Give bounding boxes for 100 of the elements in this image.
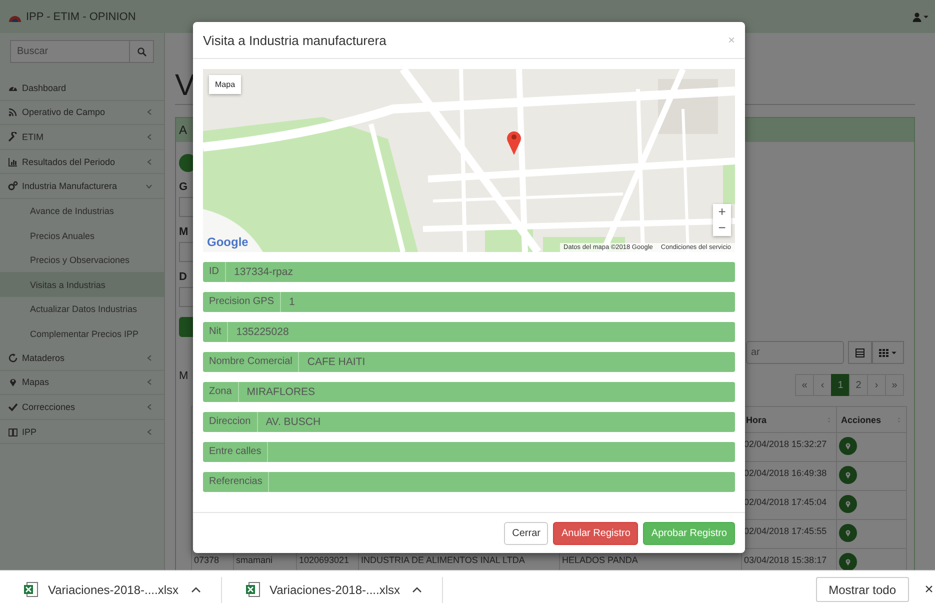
close-dialog-button[interactable]: Cerrar [504, 522, 548, 545]
check-icon [8, 402, 18, 412]
spreadsheet-file-icon [24, 582, 38, 597]
chevron-up-icon [412, 584, 422, 594]
spreadsheet-file-icon [246, 582, 260, 597]
text-field[interactable]: 1 [281, 292, 735, 312]
text-field[interactable]: 137334-rpaz [226, 262, 735, 282]
text-field[interactable]: CAFE HAITI [299, 352, 735, 372]
table-cell: 02/04/2018 17:45:55 [744, 526, 827, 536]
map-pin-button[interactable] [839, 495, 857, 513]
sort-icon [826, 416, 832, 424]
sidebar-item[interactable]: Dashboard [0, 76, 164, 101]
sidebar-item[interactable]: Operativo de Campo [0, 100, 164, 126]
text-field[interactable]: 135225028 [228, 322, 735, 342]
page-link[interactable]: 2 [849, 374, 868, 396]
search-field[interactable]: Buscar [10, 40, 130, 63]
map-pin-button[interactable] [839, 466, 857, 484]
list-view-button[interactable] [848, 341, 872, 364]
map-type-button[interactable]: Mapa [209, 75, 242, 94]
field-label: Nit [203, 322, 228, 342]
map-pin-icon [844, 442, 852, 450]
field-label: ID [203, 262, 226, 282]
gears-icon [8, 181, 18, 192]
form-label: M [179, 226, 188, 239]
page-link[interactable]: › [867, 374, 886, 396]
map-pin-button[interactable] [839, 524, 857, 542]
search-button[interactable] [130, 40, 154, 63]
sort-icon [896, 416, 902, 424]
sidebar-item[interactable]: Mapas [0, 370, 164, 396]
text-field[interactable] [268, 442, 735, 462]
column-header: Acciones [841, 414, 882, 424]
table-cell: 1020693021 [299, 555, 350, 565]
field-label: Nombre Comercial [203, 352, 300, 372]
map-pin-icon [844, 529, 852, 537]
feed-icon [8, 107, 18, 118]
sidebar-subitem[interactable]: Precios y Observaciones [0, 248, 164, 272]
sidebar-item[interactable]: Resultados del Periodo [0, 150, 164, 174]
zoom-in-button[interactable]: + [713, 204, 731, 220]
map-pin-button[interactable] [839, 437, 857, 455]
map-marker-icon [506, 129, 522, 155]
form-label: G [179, 181, 188, 194]
circle-arrow-icon [8, 352, 18, 363]
map-pin-icon [8, 377, 18, 388]
field-label: Precision GPS [203, 292, 282, 312]
list-label: M [179, 370, 188, 384]
app-title: IPP - ETIM - OPINION [26, 10, 136, 22]
sidebar-item[interactable]: IPP [0, 420, 164, 444]
text-field[interactable] [269, 472, 735, 492]
modal-title: Visita a Industria manufacturera [203, 32, 386, 48]
approve-record-button[interactable]: Aprobar Registro [643, 522, 735, 545]
map-pin-button[interactable] [839, 553, 857, 570]
form-label: D [179, 271, 187, 284]
field-label: Entre calles [203, 442, 268, 462]
map-pin-icon [844, 500, 852, 508]
sidebar-subitem[interactable]: Precios Anuales [0, 223, 164, 248]
sidebar-subitem[interactable]: Avance de Industrias [0, 198, 164, 224]
map-pin-icon [844, 471, 852, 479]
text-field[interactable]: MIRAFLORES [238, 382, 735, 402]
chevron-up-icon [190, 584, 200, 594]
text-field[interactable]: AV. BUSCH [258, 412, 735, 432]
page-link[interactable]: « [795, 374, 814, 396]
sidebar-item[interactable]: Mataderos [0, 346, 164, 371]
download-file-name[interactable]: Variaciones-2018-....xlsx [270, 582, 400, 596]
page-link[interactable]: ‹ [813, 374, 832, 396]
map-logo: Google [207, 235, 248, 249]
column-header: Hora [746, 414, 767, 424]
user-icon [912, 12, 922, 22]
table-cell: INDUSTRIA DE ALIMENTOS INAL LTDA [361, 555, 525, 565]
field-label: Referencias [203, 472, 270, 492]
zoom-out-button[interactable]: − [713, 220, 731, 236]
table-cell: 03/04/2018 15:38:17 [744, 555, 827, 565]
close-button[interactable]: × [923, 581, 935, 598]
sidebar-subitem[interactable]: Complementar Precios IPP [0, 321, 164, 346]
caret-icon [923, 14, 929, 20]
list-icon [855, 348, 865, 358]
table-cell: HELADOS PANDA [562, 555, 638, 565]
sidebar-item[interactable]: Industria Manufacturera [0, 174, 164, 199]
table-search-field[interactable]: ar [746, 341, 844, 364]
field-label: Direccion [203, 412, 258, 432]
table-cell: 02/04/2018 16:49:38 [744, 468, 827, 478]
show-all-button[interactable]: Mostrar todo [816, 577, 909, 602]
download-file-name[interactable]: Variaciones-2018-....xlsx [48, 582, 178, 596]
table-cell: 07378 [194, 555, 220, 565]
close-button[interactable]: × [728, 33, 735, 47]
cancel-record-button[interactable]: Anular Registro [553, 522, 638, 545]
book-icon [8, 426, 18, 437]
sidebar-subitem[interactable]: Visitas a Industrias [0, 272, 164, 297]
sidebar-item[interactable]: Correcciones [0, 395, 164, 420]
map-pin-icon [844, 558, 852, 566]
table-cell: 02/04/2018 17:45:04 [744, 497, 827, 507]
page-link[interactable]: 1 [831, 374, 850, 396]
sidebar-item[interactable]: ETIM [0, 125, 164, 150]
page-link[interactable]: » [885, 374, 904, 396]
wrench-icon [8, 132, 18, 142]
columns-button[interactable] [872, 341, 904, 364]
caret-icon [891, 350, 897, 356]
bar-chart-icon [8, 156, 18, 167]
user-menu-button[interactable] [912, 12, 929, 22]
search-icon [136, 46, 146, 56]
grid-icon [879, 348, 889, 358]
